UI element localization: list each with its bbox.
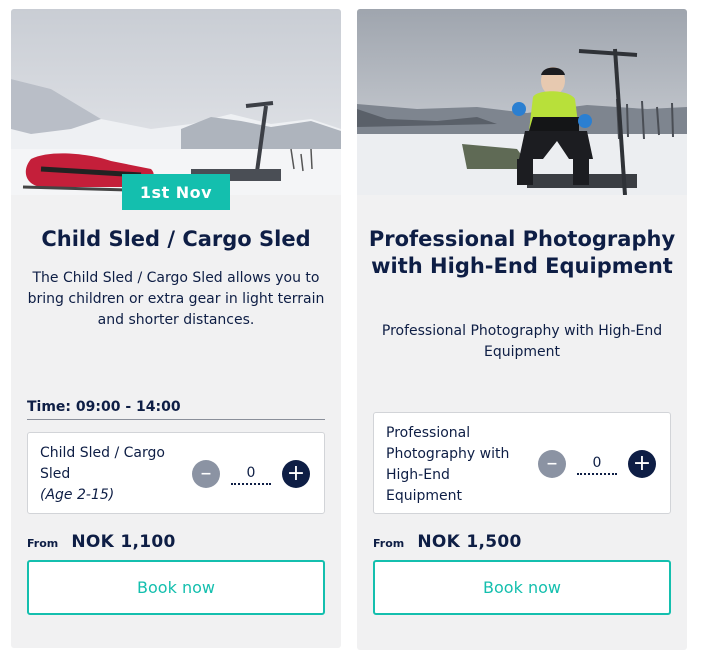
ticket-row: Child Sled / Cargo Sled (Age 2-15) – + (27, 432, 325, 514)
quantity-stepper: – + (192, 459, 310, 489)
ticket-label: Professional Photography with High-End E… (386, 423, 526, 507)
price: From NOK 1,100 (27, 532, 176, 552)
card-description: The Child Sled / Cargo Sled allows you t… (27, 270, 325, 328)
price-from-label: From (27, 537, 59, 550)
minus-icon: – (200, 461, 212, 486)
activity-card-child-sled: 1st Nov Child Sled / Cargo Sled The Chil… (11, 9, 341, 648)
ticket-label: Child Sled / Cargo Sled (Age 2-15) (40, 443, 180, 506)
price-amount: NOK 1,100 (71, 532, 176, 552)
decrease-button[interactable]: – (192, 460, 220, 488)
time-range: Time: 09:00 - 14:00 (27, 399, 325, 420)
quantity-input[interactable] (231, 463, 271, 485)
increase-button[interactable]: + (282, 460, 310, 488)
child-sled-photo (11, 9, 341, 195)
book-now-button[interactable]: Book now (373, 560, 671, 615)
activity-card-photography: Professional Photography with High-End E… (357, 9, 687, 650)
quantity-stepper: – + (538, 449, 656, 479)
date-badge: 1st Nov (122, 174, 230, 210)
plus-icon: + (286, 461, 306, 486)
ticket-row: Professional Photography with High-End E… (373, 412, 671, 514)
increase-button[interactable]: + (628, 450, 656, 478)
plus-icon: + (632, 451, 652, 476)
decrease-button[interactable]: – (538, 450, 566, 478)
card-title: Child Sled / Cargo Sled (41, 227, 311, 251)
book-now-button[interactable]: Book now (27, 560, 325, 615)
price: From NOK 1,500 (373, 532, 522, 552)
price-amount: NOK 1,500 (417, 532, 522, 552)
card-description: Professional Photography with High-End E… (381, 323, 663, 360)
card-title: Professional Photography with High-End E… (368, 227, 676, 278)
ticket-age: (Age 2-15) (40, 487, 115, 503)
ticket-name: Professional Photography with High-End E… (386, 425, 510, 504)
price-from-label: From (373, 537, 405, 550)
photography-photo (357, 9, 687, 195)
minus-icon: – (546, 451, 558, 476)
quantity-input[interactable] (577, 453, 617, 475)
ticket-name: Child Sled / Cargo Sled (40, 445, 165, 482)
